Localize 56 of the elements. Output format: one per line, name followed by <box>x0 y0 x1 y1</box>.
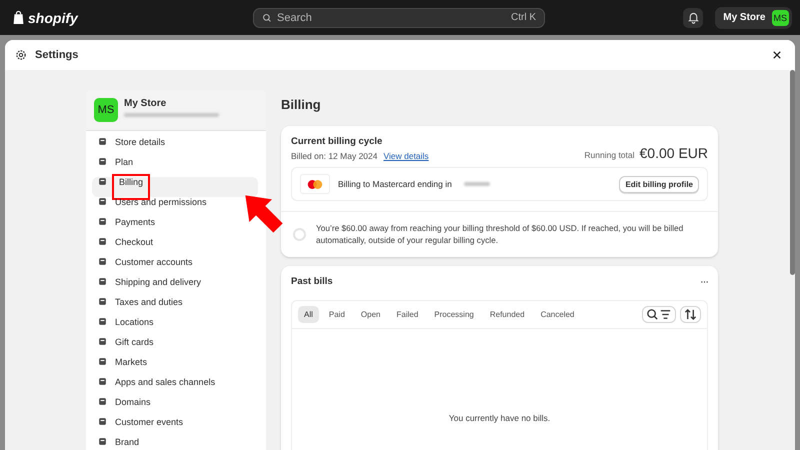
sidebar-item[interactable]: Locations <box>92 317 158 337</box>
store-avatar: MS <box>772 10 789 26</box>
mastercard-icon <box>300 174 330 194</box>
search-filter-icon <box>646 308 672 321</box>
sidebar-item[interactable]: Gift cards <box>92 337 158 357</box>
sidebar-item[interactable]: Brand <box>92 437 144 450</box>
card-title: Current billing cycle <box>291 136 384 147</box>
scrollbar[interactable] <box>790 70 795 275</box>
shortcut-hint: Ctrl K <box>511 12 536 22</box>
sidebar-item[interactable]: Domains <box>92 397 155 417</box>
empty-state-message: You currently have no bills. <box>448 412 550 423</box>
sort-icon <box>684 308 697 321</box>
sidebar-item[interactable]: Checkout <box>92 237 158 257</box>
sidebar-item[interactable]: Billing <box>92 177 258 197</box>
page-title: Billing <box>281 97 322 112</box>
edit-billing-profile-button[interactable]: Edit billing profile <box>619 176 699 192</box>
sidebar-item[interactable]: Store details <box>92 137 170 157</box>
annotation-arrow <box>244 194 284 234</box>
sidebar-item[interactable]: Users and permissions <box>92 197 211 217</box>
running-total-label: Running total <box>584 150 635 160</box>
card-title: Past bills <box>291 276 333 288</box>
search-filter-button[interactable] <box>642 306 676 323</box>
bell-icon <box>686 11 700 24</box>
redacted-card-number <box>464 182 490 186</box>
payment-method-text: Billing to Mastercard ending in <box>338 179 452 189</box>
filter-tab[interactable]: Open <box>354 306 386 323</box>
store-name: My Store <box>124 98 168 109</box>
close-icon <box>773 51 781 59</box>
filter-tab[interactable]: Failed <box>390 306 424 323</box>
progress-ring-icon <box>293 228 306 241</box>
notifications-button[interactable] <box>683 8 704 28</box>
billed-date: Billed on: 12 May 2024 <box>291 151 378 161</box>
filter-tab[interactable]: All <box>298 306 319 323</box>
sidebar-item[interactable]: Customer events <box>92 417 188 437</box>
sidebar-item[interactable]: Plan <box>92 157 138 177</box>
filter-tab[interactable]: Refunded <box>484 306 531 323</box>
settings-title: Settings <box>35 49 80 61</box>
search-icon <box>262 12 272 22</box>
threshold-message: You’re $60.00 away from reaching your billing threshold of $60.00 USD. If reached, you will be billed automatically, outside of your regular billing cycle. <box>316 222 684 247</box>
shopify-logo[interactable]: shopify <box>12 10 245 26</box>
sidebar-item[interactable]: Shipping and delivery <box>92 277 206 297</box>
more-actions-button[interactable]: ··· <box>700 276 708 288</box>
running-total-amount: €0.00 EUR <box>640 145 708 161</box>
sort-button[interactable] <box>680 306 701 323</box>
filter-tab[interactable]: Paid <box>322 306 351 323</box>
filter-tab[interactable]: Canceled <box>534 306 580 323</box>
filter-tab[interactable]: Processing <box>428 306 480 323</box>
settings-icon <box>15 49 27 61</box>
sidebar-item[interactable]: Apps and sales channels <box>92 377 220 397</box>
view-details-link[interactable]: View details <box>383 151 429 161</box>
sidebar-item[interactable]: Payments <box>92 217 160 237</box>
store-menu-button[interactable]: My Store MS <box>715 6 792 28</box>
store-avatar: MS <box>94 98 118 122</box>
sidebar-item[interactable]: Markets <box>92 357 152 377</box>
sidebar-item[interactable]: Customer accounts <box>92 257 197 277</box>
sidebar-item[interactable]: Taxes and duties <box>92 297 187 317</box>
